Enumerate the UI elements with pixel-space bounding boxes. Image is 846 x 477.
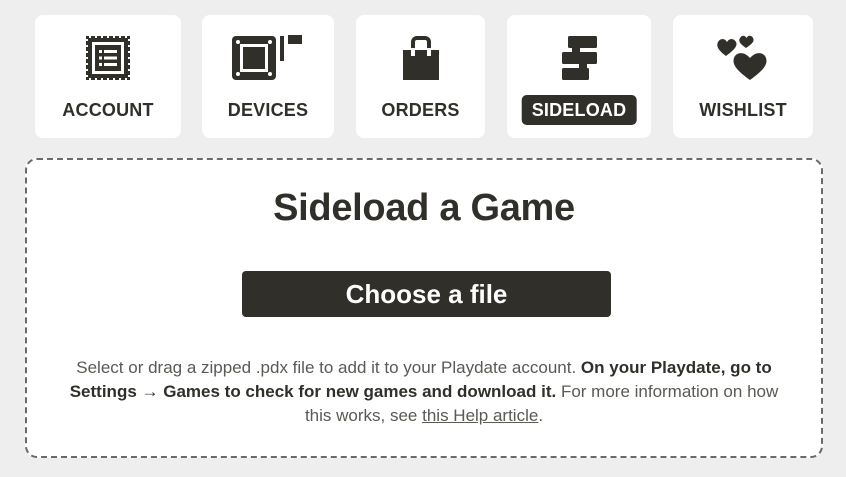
help-end: .	[538, 406, 544, 425]
help-intro: Select or drag a zipped .pdx file to add…	[76, 358, 577, 377]
tab-label: WISHLIST	[699, 100, 787, 120]
tab-orders[interactable]: ORDERS	[356, 15, 485, 138]
shopping-bag-icon	[356, 33, 485, 83]
hearts-icon	[673, 33, 813, 83]
tab-label: DEVICES	[227, 100, 309, 120]
tab-wishlist[interactable]: WISHLIST	[673, 15, 813, 138]
tab-devices[interactable]: DEVICES	[202, 15, 334, 138]
tab-label: ORDERS	[381, 100, 460, 120]
tab-account[interactable]: ACCOUNT	[35, 15, 181, 138]
account-card-icon	[35, 33, 181, 83]
device-icon	[202, 33, 334, 83]
tab-label: ACCOUNT	[62, 100, 154, 120]
choose-file-button[interactable]: Choose a file	[242, 271, 611, 317]
page-title: Sideload a Game	[273, 187, 575, 229]
sideload-dropzone[interactable]: Sideload a Game Choose a file Select or …	[25, 158, 823, 458]
sideload-help-text: Select or drag a zipped .pdx file to add…	[57, 356, 791, 428]
tab-sideload[interactable]: SIDELOAD	[507, 15, 651, 138]
sideload-icon	[507, 33, 651, 83]
tab-label: SIDELOAD	[521, 95, 637, 125]
help-article-link[interactable]: this Help article	[422, 406, 538, 425]
